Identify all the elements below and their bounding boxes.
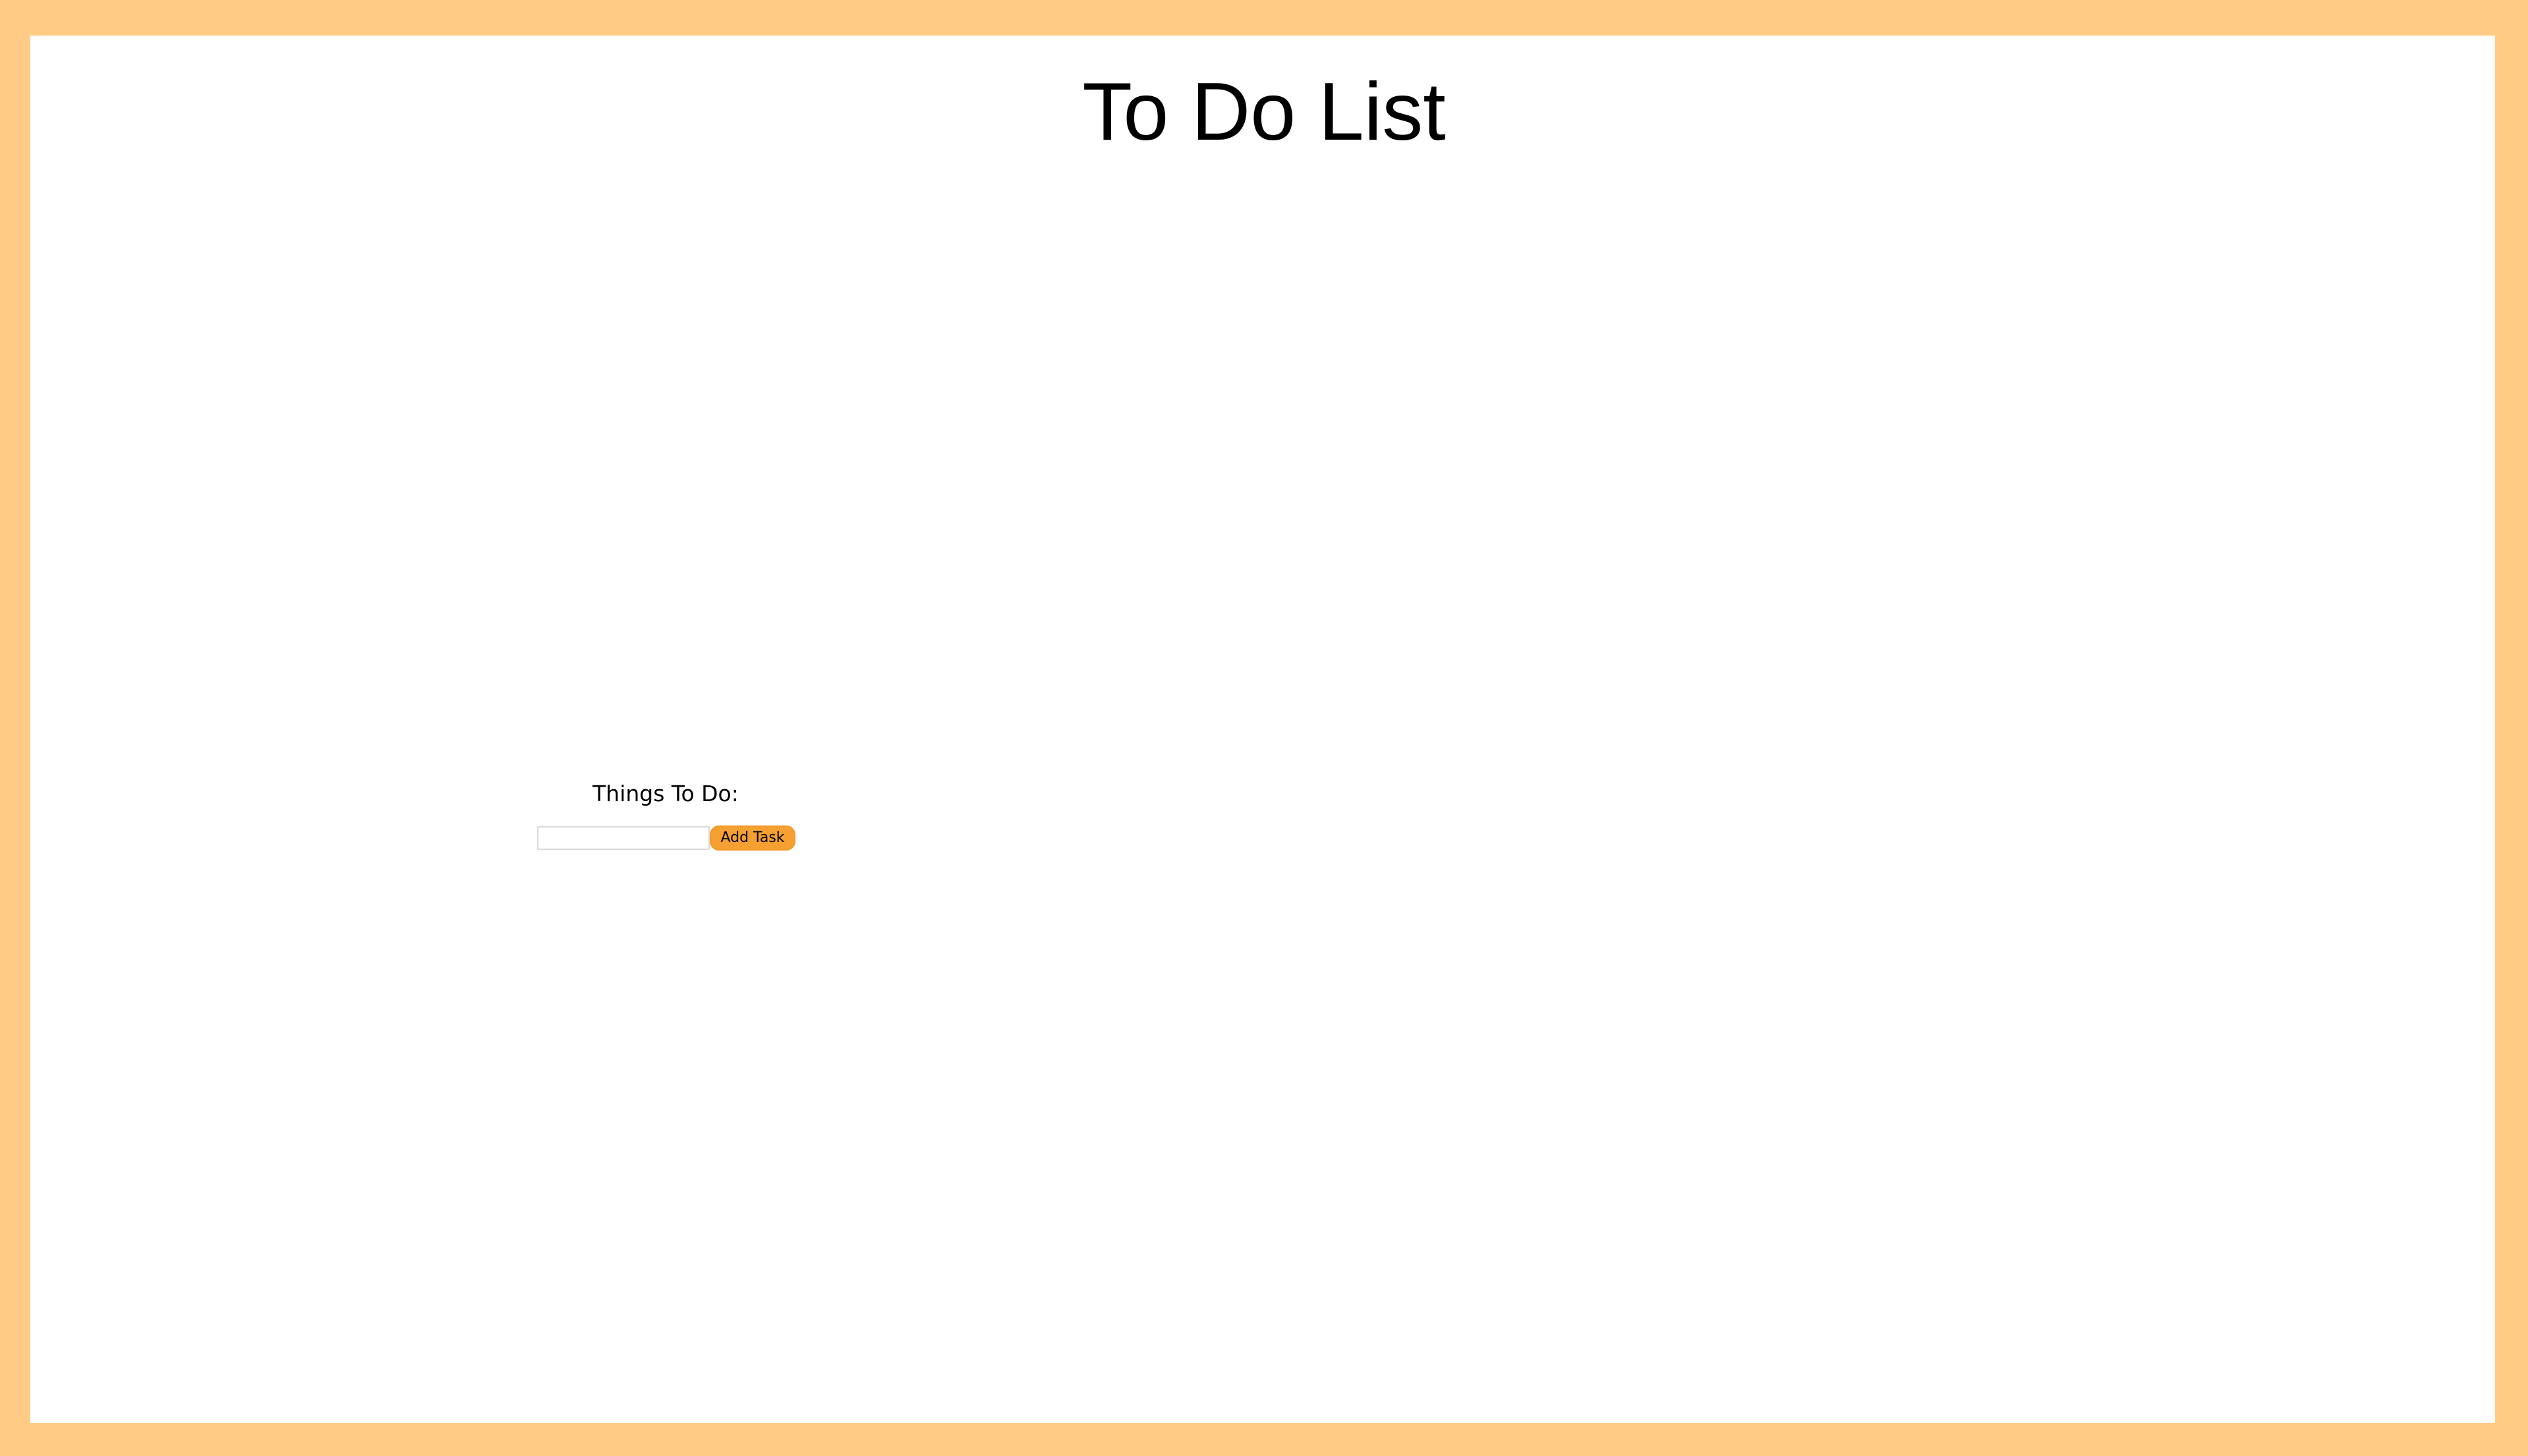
todo-heading: Things To Do: — [592, 781, 739, 806]
task-input[interactable] — [537, 826, 710, 850]
todo-panel: Things To Do: Add Task — [527, 777, 804, 856]
add-task-button[interactable]: Add Task — [710, 826, 795, 851]
page-title: To Do List — [1082, 67, 1446, 157]
page-frame — [0, 0, 2528, 1456]
